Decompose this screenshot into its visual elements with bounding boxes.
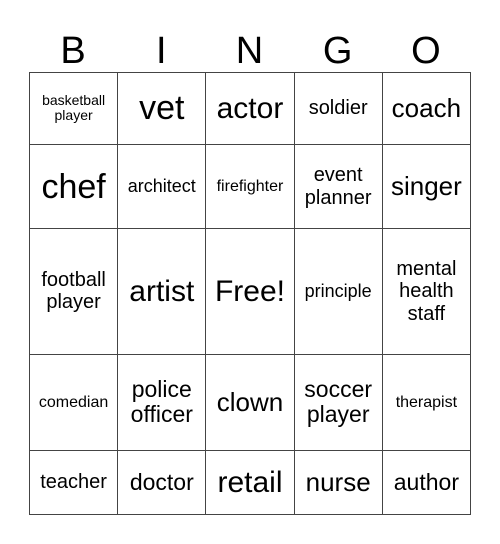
bingo-cell[interactable]: teacher <box>28 450 119 515</box>
header-letter-b: B <box>60 30 86 72</box>
free-space[interactable]: Free! <box>205 228 295 355</box>
bingo-row: chef architect firefighter event planner… <box>28 143 472 230</box>
bingo-header: B I N G O <box>29 30 470 72</box>
bingo-cell[interactable]: soldier <box>293 72 383 145</box>
bingo-card: basketball player vet actor soldier coac… <box>28 72 472 515</box>
header-letter-n: N <box>235 30 264 72</box>
header-letter-i: I <box>156 30 167 72</box>
bingo-cell[interactable]: comedian <box>28 353 119 452</box>
bingo-cell[interactable]: mental health staff <box>381 228 472 355</box>
bingo-cell[interactable]: football player <box>28 228 119 355</box>
bingo-cell[interactable]: clown <box>205 353 295 452</box>
bingo-cell[interactable]: vet <box>117 72 207 145</box>
bingo-cell[interactable]: firefighter <box>205 143 295 230</box>
bingo-cell[interactable]: retail <box>205 450 295 515</box>
bingo-cell[interactable]: doctor <box>117 450 207 515</box>
bingo-cell[interactable]: therapist <box>381 353 472 452</box>
bingo-row: football player artist Free! principle m… <box>28 228 472 355</box>
bingo-cell[interactable]: singer <box>381 143 472 230</box>
bingo-cell[interactable]: author <box>381 450 472 515</box>
header-letter-g: G <box>322 30 353 72</box>
bingo-cell[interactable]: police officer <box>117 353 207 452</box>
bingo-cell[interactable]: soccer player <box>293 353 383 452</box>
bingo-cell[interactable]: coach <box>381 72 472 145</box>
bingo-row: teacher doctor retail nurse author <box>28 450 472 515</box>
bingo-row: comedian police officer clown soccer pla… <box>28 353 472 452</box>
bingo-cell[interactable]: basketball player <box>28 72 119 145</box>
bingo-cell[interactable]: architect <box>117 143 207 230</box>
bingo-cell[interactable]: chef <box>28 143 119 230</box>
bingo-row: basketball player vet actor soldier coac… <box>28 72 472 145</box>
header-letter-o: O <box>411 30 441 72</box>
bingo-cell[interactable]: actor <box>205 72 295 145</box>
bingo-cell[interactable]: artist <box>117 228 207 355</box>
bingo-cell[interactable]: event planner <box>293 143 383 230</box>
bingo-cell[interactable]: nurse <box>293 450 383 515</box>
bingo-cell[interactable]: principle <box>293 228 383 355</box>
